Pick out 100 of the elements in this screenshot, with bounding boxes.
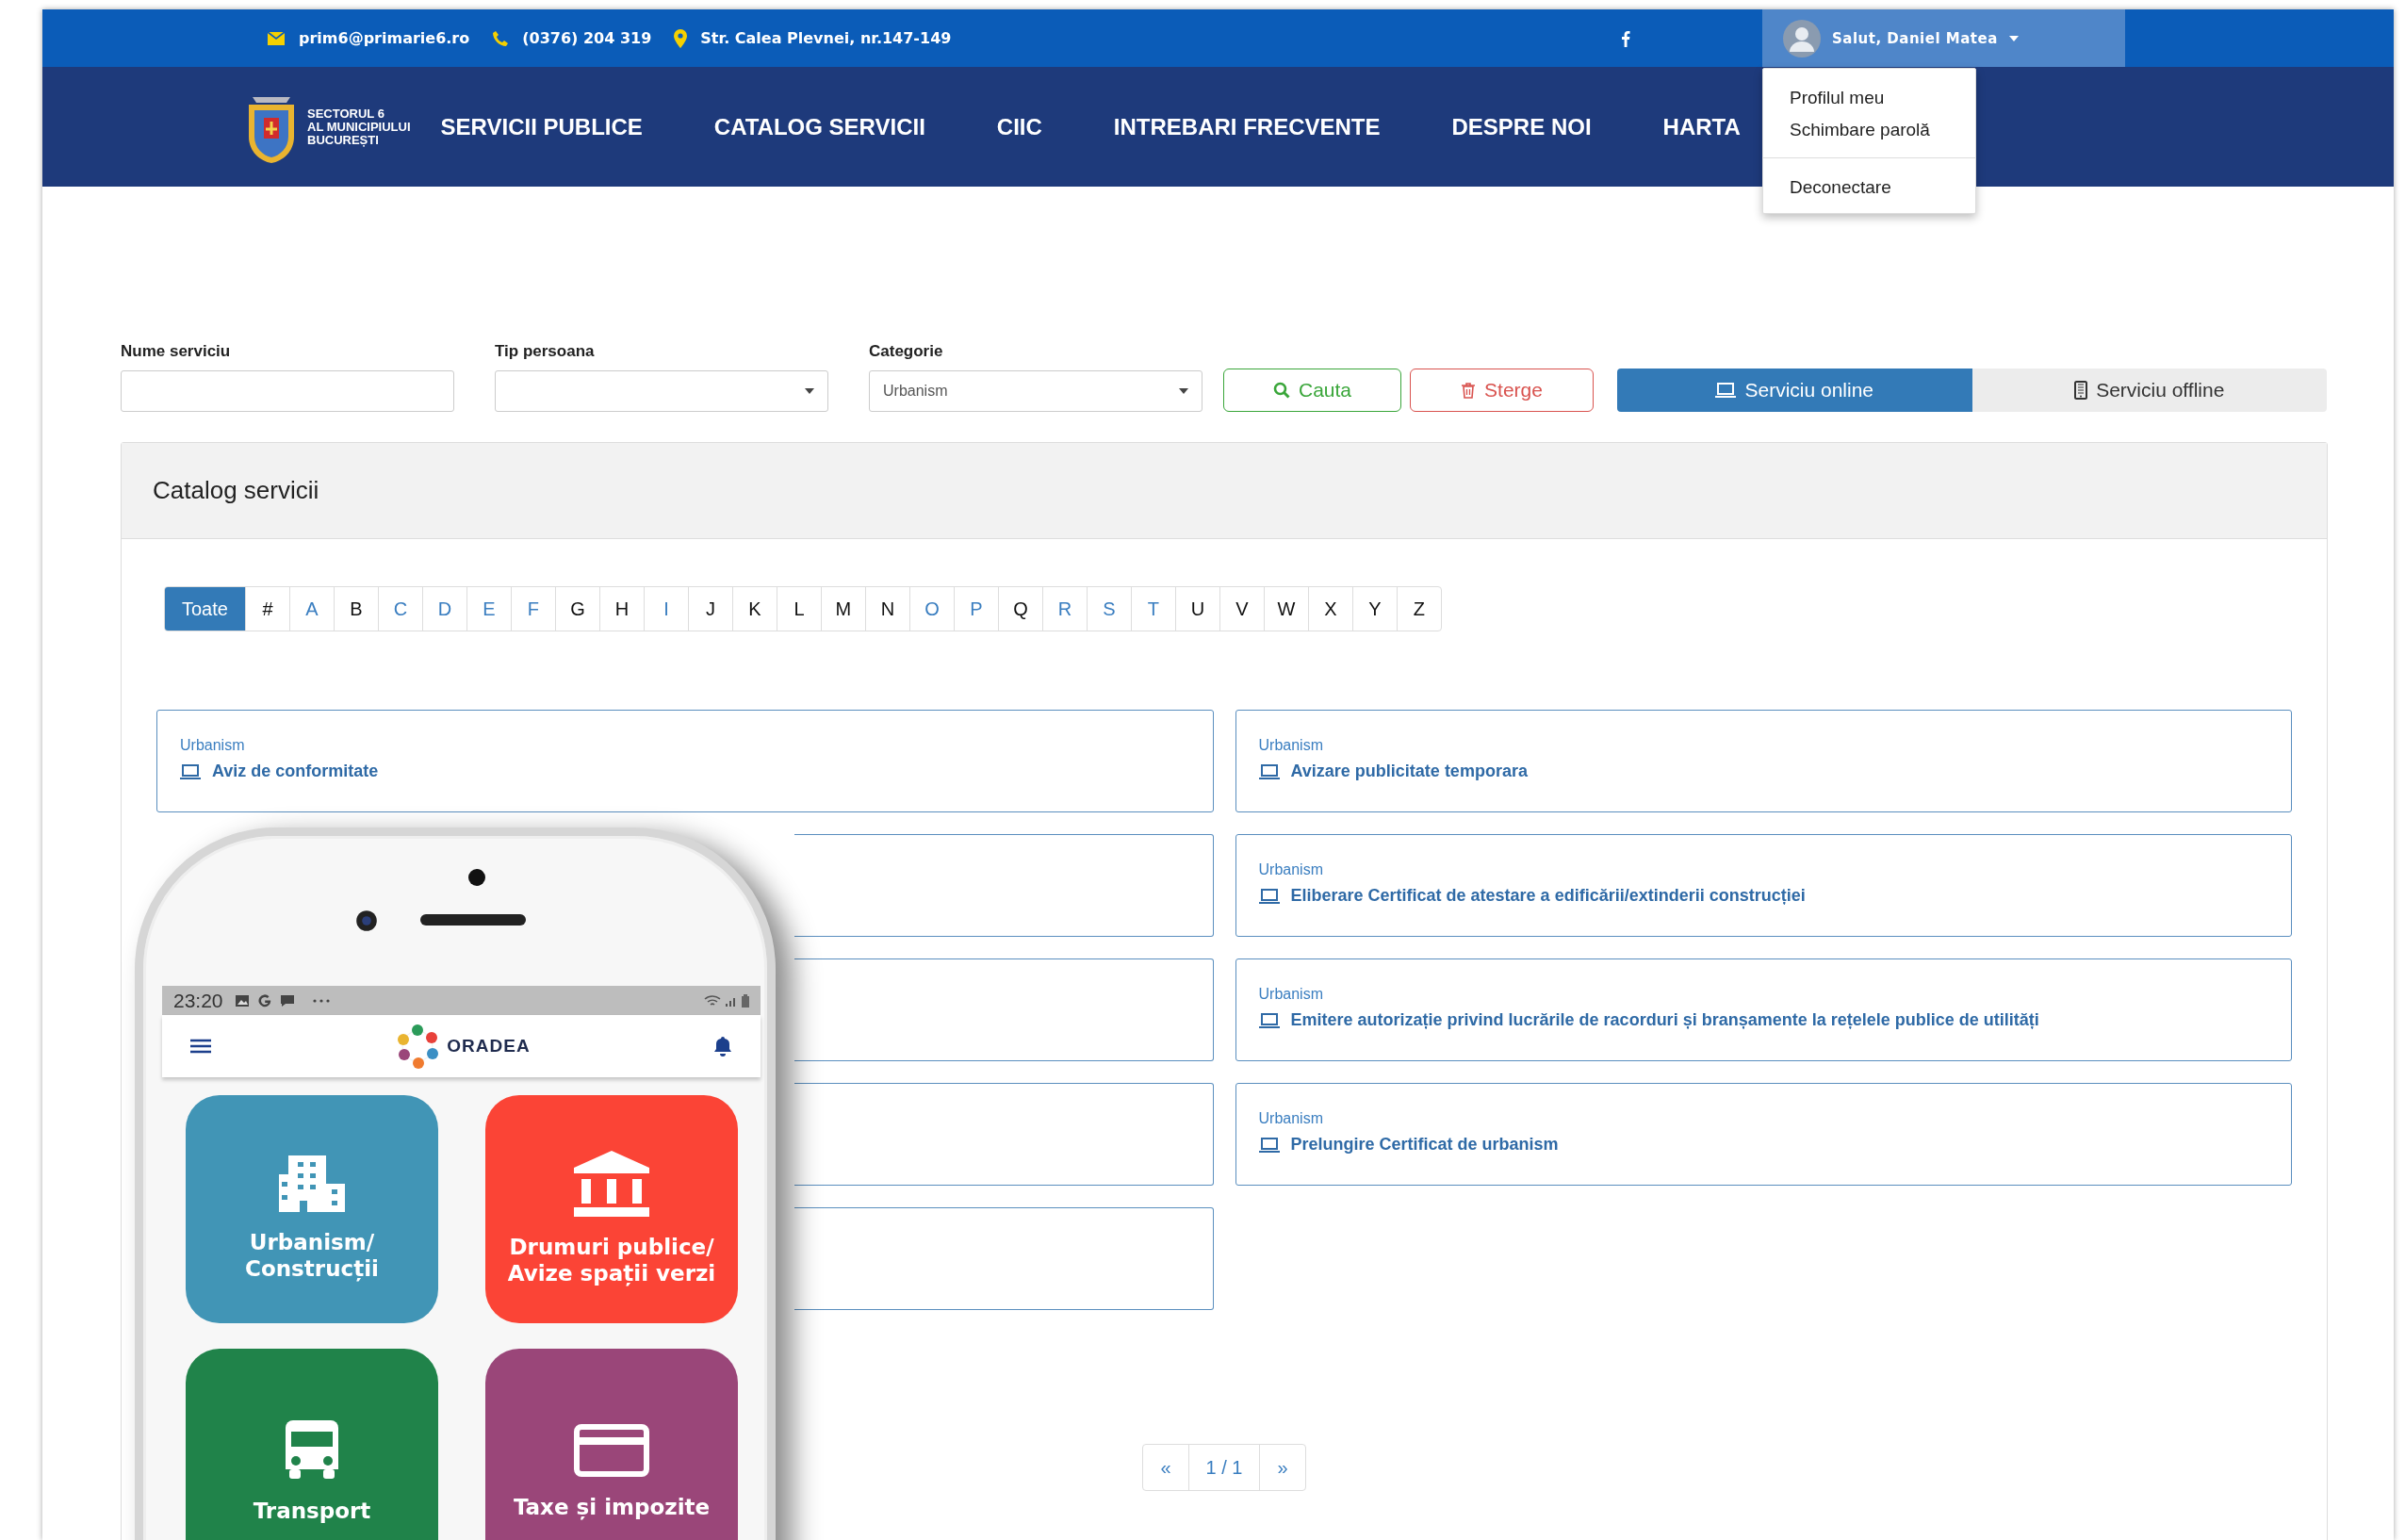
bell-icon — [713, 1036, 732, 1057]
service-card[interactable]: Urbanism Avizare publicitate temporara — [1235, 710, 2292, 812]
letter-filter[interactable]: D — [421, 587, 466, 631]
previous-page-button[interactable]: « — [1143, 1445, 1188, 1490]
letter-filter[interactable]: Toate — [165, 587, 245, 631]
service-card[interactable]: Urbanism Aviz de conformitate — [156, 710, 1214, 812]
service-card[interactable]: Urbanism Emitere autorizație privind lucrările de racorduri și branșamente la rețelele publice de utilități — [1235, 958, 2292, 1061]
card-category: Urbanism — [1258, 737, 1324, 754]
nav-link[interactable]: INTREBARI FRECVENTE — [1113, 113, 1381, 140]
service-card[interactable]: Urbanism Prelungire Certificat de urbanism — [1235, 1083, 2292, 1186]
service-link[interactable]: Emitere autorizație privind lucrările de racorduri și branșamente la rețelele publice de utilități — [1290, 1010, 2039, 1030]
service-card[interactable] — [793, 834, 1214, 937]
letter-filter[interactable]: K — [731, 587, 777, 631]
facebook-icon — [1621, 29, 1630, 47]
nav-link[interactable]: CATALOG SERVICII — [713, 113, 925, 140]
search-button[interactable]: Cauta — [1223, 369, 1401, 412]
phone-number: (0376) 204 319 — [522, 29, 652, 47]
letter-filter[interactable]: G — [554, 587, 599, 631]
field-label: Nume serviciu — [121, 342, 232, 361]
field-label: Tip persoana — [495, 342, 596, 361]
menu-item[interactable]: Deconectare — [1763, 172, 1975, 204]
letter-filter[interactable]: Q — [997, 587, 1042, 631]
mode-tab[interactable]: Serviciu offline — [1971, 369, 2327, 412]
card-category: Urbanism — [1258, 861, 1324, 878]
card-category: Urbanism — [1258, 1110, 1324, 1127]
service-link[interactable]: Eliberare Certificat de atestare a edificării/extinderii construcției — [1290, 886, 1806, 906]
card-category: Urbanism — [1258, 986, 1324, 1003]
menu-item[interactable]: Schimbare parolă — [1763, 114, 1975, 146]
trash-icon — [1461, 382, 1477, 399]
laptop-icon — [1258, 763, 1280, 779]
nav-link[interactable]: DESPRE NOI — [1451, 113, 1592, 140]
letter-filter[interactable]: J — [687, 587, 732, 631]
user-menu-button[interactable]: Salut, Daniel Matea — [1762, 9, 2125, 67]
delete-button[interactable]: Sterge — [1410, 369, 1594, 412]
logo-text: SECTORUL 6 — [307, 106, 385, 121]
bank-icon — [574, 1151, 649, 1217]
laptop-icon — [1258, 888, 1280, 904]
more-icon — [311, 998, 331, 1003]
field-label: Categorie — [869, 342, 944, 361]
service-link[interactable]: Aviz de conformitate — [212, 762, 379, 781]
letter-filter[interactable]: P — [953, 587, 998, 631]
search-icon — [1272, 382, 1290, 399]
service-card[interactable] — [793, 958, 1214, 1061]
select-field[interactable]: Urbanism — [869, 370, 1202, 412]
letter-filter[interactable]: L — [776, 587, 821, 631]
letter-filter[interactable]: H — [598, 587, 644, 631]
panel-title: Catalog servicii — [153, 476, 319, 505]
letter-filter[interactable]: Y — [1351, 587, 1397, 631]
letter-filter[interactable]: N — [864, 587, 909, 631]
email-link[interactable]: prim6@primarie6.ro — [299, 29, 470, 47]
laptop-icon — [1258, 1137, 1280, 1153]
service-card[interactable] — [793, 1083, 1214, 1186]
letter-filter[interactable]: E — [466, 587, 511, 631]
text-field[interactable] — [121, 370, 454, 412]
service-card[interactable]: Urbanism Eliberare Certificat de atestare a edificării/extinderii construcției — [1235, 834, 2292, 937]
next-page-button[interactable]: » — [1259, 1445, 1305, 1490]
letter-filter[interactable]: O — [908, 587, 954, 631]
caret-icon — [2008, 35, 2019, 41]
letter-filter[interactable]: I — [643, 587, 688, 631]
tablet-icon — [2074, 381, 2088, 400]
letter-filter[interactable]: V — [1219, 587, 1264, 631]
logo-text: BUCUREȘTI — [307, 133, 380, 147]
menu-item[interactable]: Profilul meu — [1763, 82, 1975, 114]
menu-icon — [190, 1039, 211, 1054]
letter-filter[interactable]: Z — [1396, 587, 1441, 631]
letter-filter[interactable]: X — [1307, 587, 1352, 631]
status-time: 23:20 — [173, 989, 223, 1012]
letter-filter[interactable]: W — [1263, 587, 1308, 631]
letter-filter[interactable]: A — [288, 587, 334, 631]
letter-filter[interactable]: B — [333, 587, 378, 631]
letter-filter[interactable]: R — [1041, 587, 1087, 631]
buildings-icon — [279, 1155, 345, 1212]
category-tile[interactable]: Urbanism/ Construcții — [186, 1095, 438, 1323]
letter-filter[interactable]: U — [1174, 587, 1219, 631]
google-icon — [256, 992, 272, 1008]
laptop-icon — [180, 763, 201, 779]
letter-filter[interactable]: T — [1130, 587, 1175, 631]
letter-filter[interactable]: # — [244, 587, 289, 631]
letter-filter[interactable]: F — [510, 587, 555, 631]
avatar-icon — [1783, 19, 1821, 57]
nav-link[interactable]: CIIC — [996, 113, 1042, 140]
card-category: Urbanism — [180, 737, 246, 754]
caret-icon — [805, 388, 814, 394]
nav-link[interactable]: HARTA — [1662, 113, 1741, 140]
letter-filter[interactable]: C — [377, 587, 422, 631]
category-tile[interactable]: Taxe și impozite — [485, 1349, 738, 1540]
select-field[interactable] — [495, 370, 828, 412]
letter-filter[interactable]: M — [820, 587, 865, 631]
phone-icon — [492, 29, 510, 47]
wifi-icon — [704, 993, 721, 1008]
service-card[interactable] — [793, 1207, 1214, 1310]
app-brand-name: ORADEA — [447, 1036, 531, 1057]
service-link[interactable]: Prelungire Certificat de urbanism — [1290, 1135, 1559, 1155]
mode-tab[interactable]: Serviciu online — [1617, 369, 1972, 412]
nav-link[interactable]: SERVICII PUBLICE — [440, 113, 643, 140]
service-link[interactable]: Avizare publicitate temporara — [1290, 762, 1528, 781]
letter-filter[interactable]: S — [1086, 587, 1131, 631]
category-tile[interactable]: Drumuri publice/ Avize spații verzi — [485, 1095, 738, 1323]
credit-card-icon — [574, 1424, 649, 1477]
category-tile[interactable]: Transport — [186, 1349, 438, 1540]
